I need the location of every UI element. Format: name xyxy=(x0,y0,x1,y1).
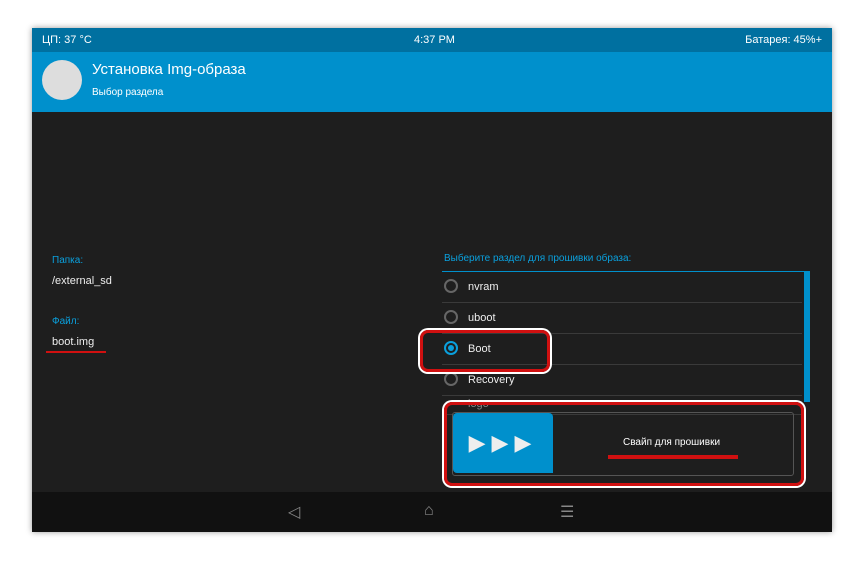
file-value: boot.img xyxy=(52,336,95,348)
cpu-temp: ЦП: 37 °C xyxy=(42,34,92,46)
back-icon[interactable]: ◁ xyxy=(288,502,300,522)
page-title: Установка Img-образа xyxy=(92,61,246,78)
scrollbar[interactable] xyxy=(804,272,810,402)
clock: 4:37 PM xyxy=(414,34,455,46)
twrp-logo-icon xyxy=(42,60,82,100)
item-label: uboot xyxy=(468,312,496,324)
highlight-swipe xyxy=(444,402,804,486)
nav-bar: ◁ ⌂ ☰ xyxy=(32,492,832,532)
page-subtitle: Выбор раздела xyxy=(92,87,164,98)
partition-prompt: Выберите раздел для прошивки образа: xyxy=(444,253,632,264)
radio[interactable] xyxy=(444,372,458,386)
menu-icon[interactable]: ☰ xyxy=(560,502,574,522)
status-bar: ЦП: 37 °C 4:37 PM Батарея: 45%+ xyxy=(32,28,832,52)
item-label: nvram xyxy=(468,281,499,293)
underline-annotation xyxy=(46,351,106,353)
screen: ЦП: 37 °C 4:37 PM Батарея: 45%+ Установк… xyxy=(32,28,832,532)
highlight-boot xyxy=(420,330,550,372)
folder-value: /external_sd xyxy=(52,275,112,287)
item-label: Recovery xyxy=(468,374,515,386)
file-label: Файл: xyxy=(52,316,80,327)
radio[interactable] xyxy=(444,310,458,324)
radio[interactable] xyxy=(444,279,458,293)
partition-nvram[interactable]: nvram xyxy=(442,272,802,303)
home-icon[interactable]: ⌂ xyxy=(424,502,434,520)
header: Установка Img-образа Выбор раздела xyxy=(32,52,832,112)
battery: Батарея: 45%+ xyxy=(745,34,822,46)
folder-label: Папка: xyxy=(52,255,84,266)
